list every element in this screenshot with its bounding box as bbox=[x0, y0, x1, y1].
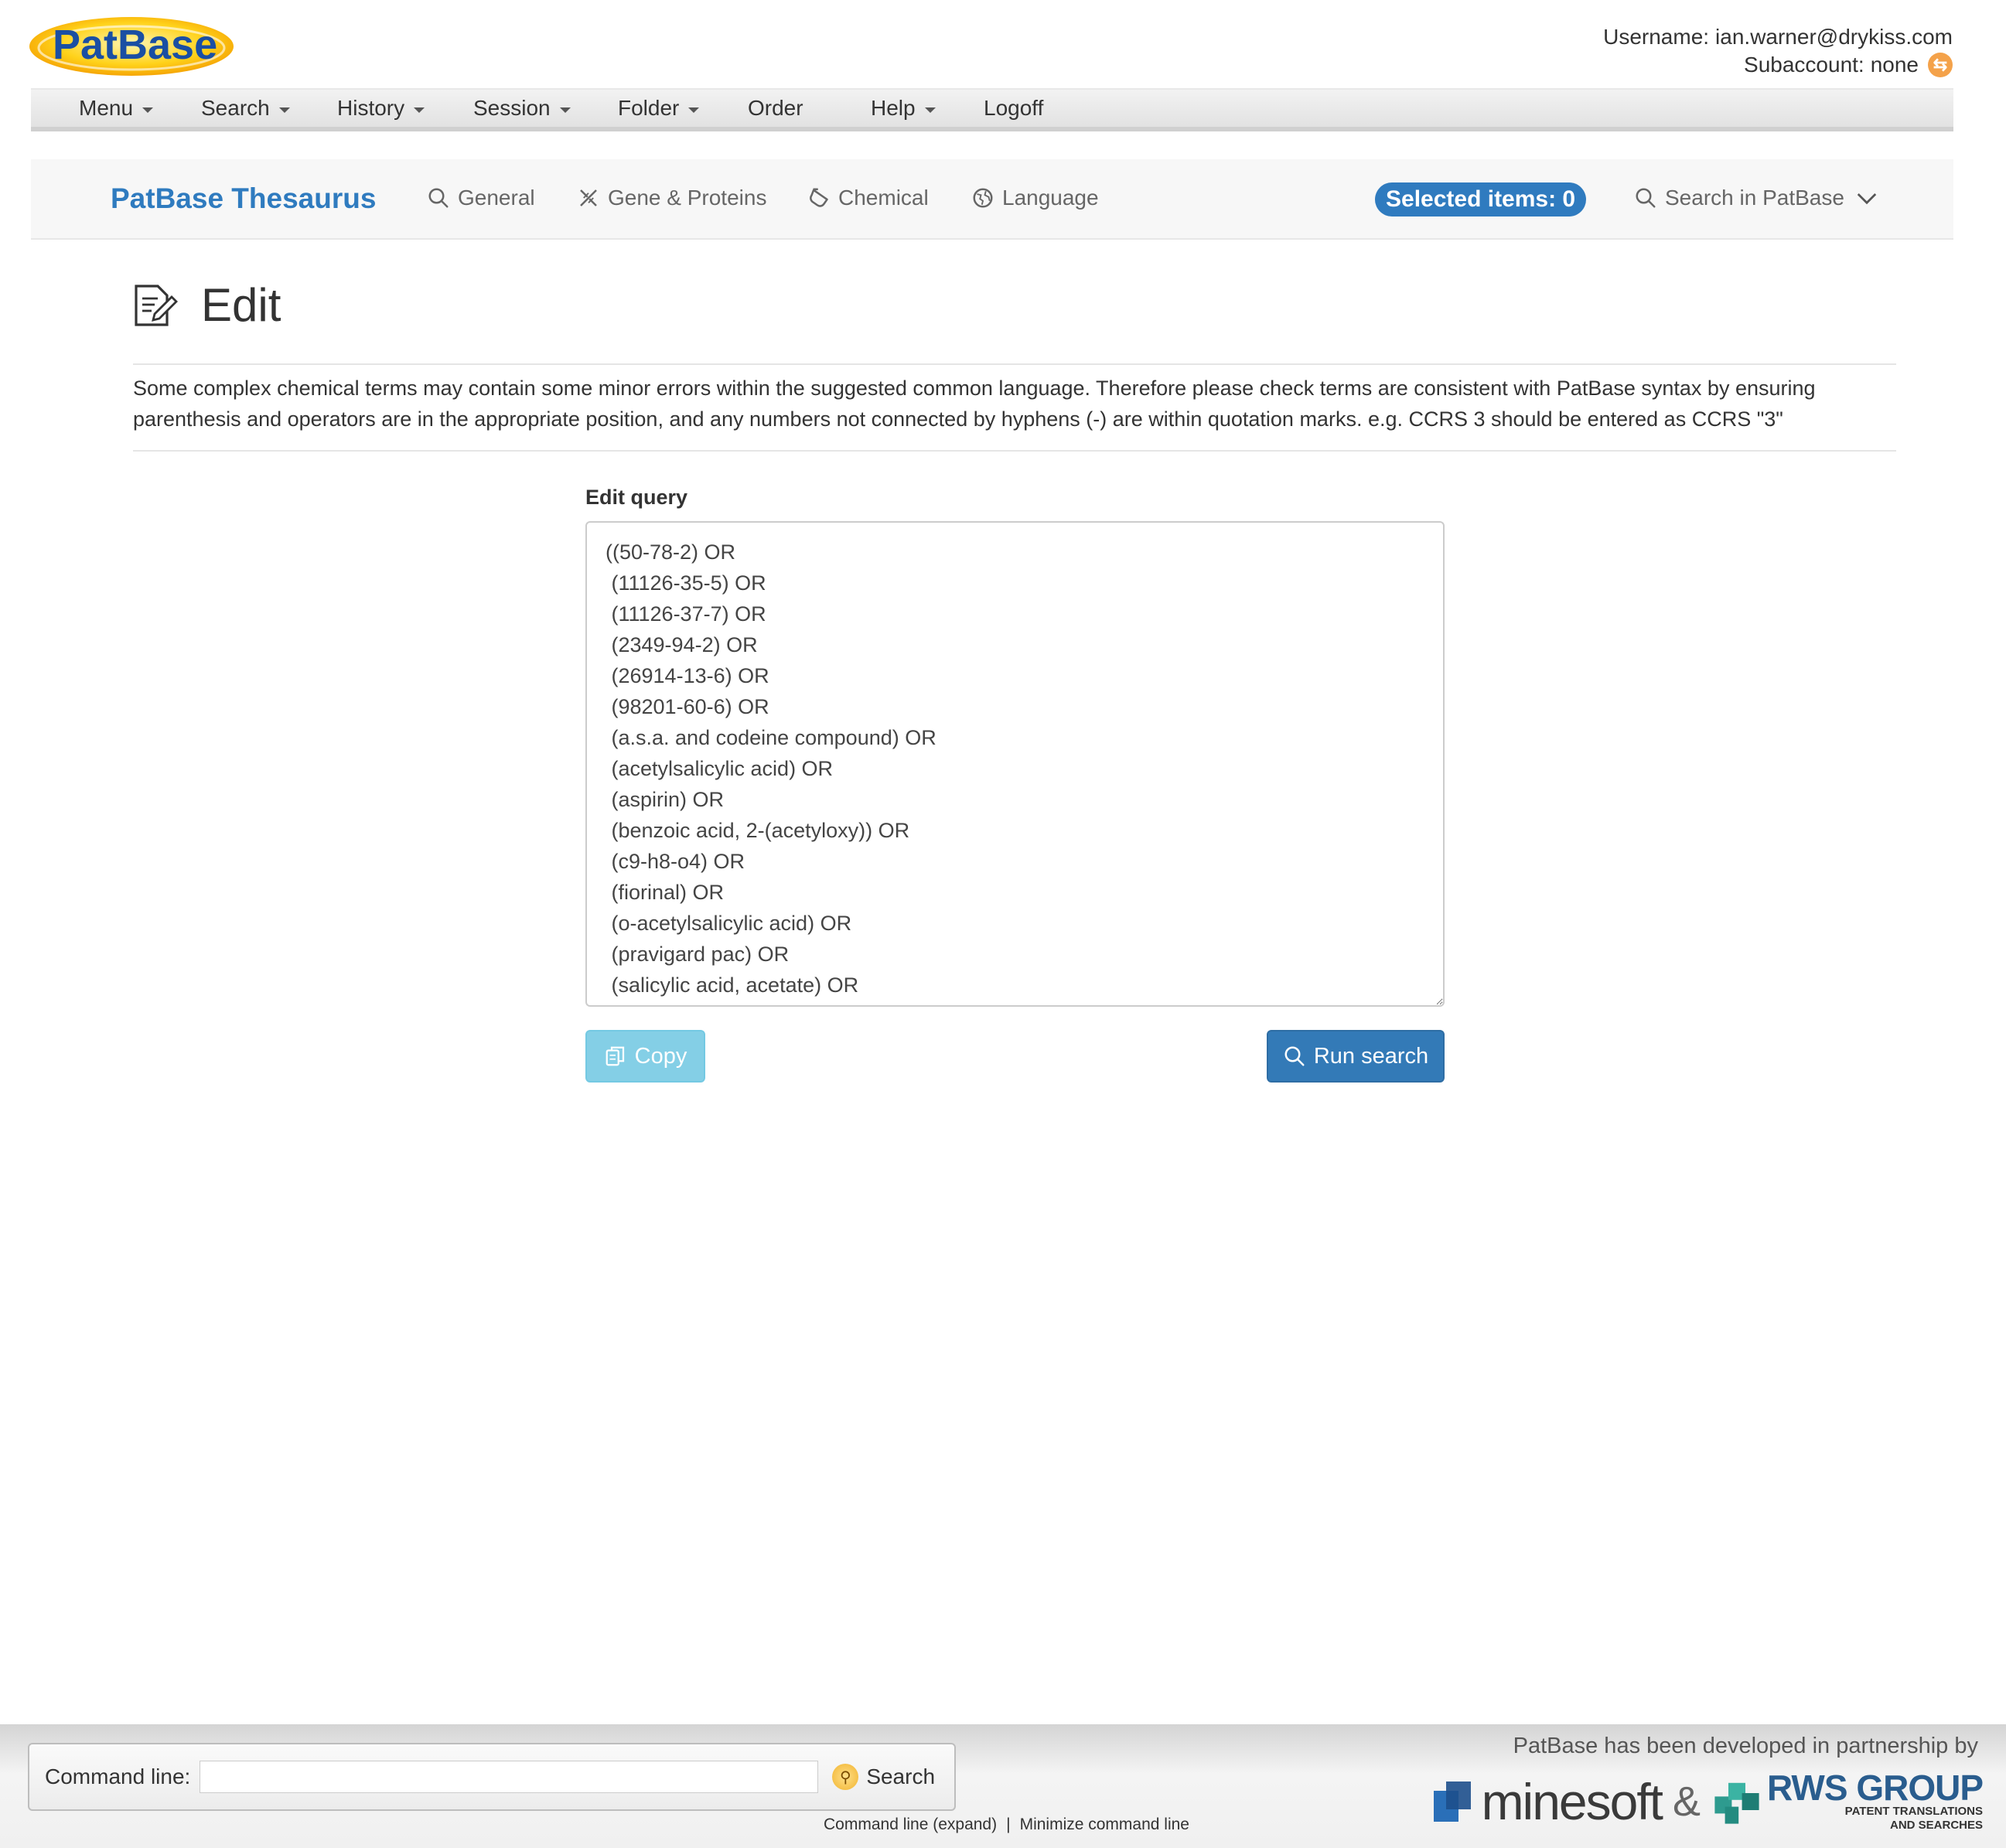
partner-logos: minesoft & RWS GROUP PATENT TRANSLATIONS… bbox=[1431, 1768, 1984, 1833]
minimize-command-line-link[interactable]: Minimize command line bbox=[1020, 1816, 1189, 1834]
magnifier-icon: ⚲ bbox=[832, 1764, 859, 1790]
menu-item-order[interactable]: Order bbox=[748, 96, 871, 121]
copy-icon bbox=[606, 1046, 624, 1066]
partner-text: PatBase has been developed in partnershi… bbox=[1513, 1734, 1978, 1758]
selected-items-badge[interactable]: Selected items: 0 bbox=[1375, 182, 1587, 217]
menu-item-label: Folder bbox=[618, 96, 680, 120]
rws-mark-icon bbox=[1714, 1782, 1759, 1824]
patbase-logo[interactable]: PatBase bbox=[29, 14, 243, 79]
edit-query-textarea[interactable]: ((50-78-2) OR (11126-35-5) OR (11126-37-… bbox=[585, 521, 1445, 1007]
caret-down-icon bbox=[559, 107, 571, 113]
menu-item-help[interactable]: Help bbox=[871, 96, 984, 121]
search-icon bbox=[1284, 1046, 1305, 1066]
thesaurus-navbar: PatBase Thesaurus General Gene & Protein… bbox=[31, 159, 1953, 240]
copy-button-label: Copy bbox=[634, 1043, 687, 1069]
run-search-button[interactable]: Run search bbox=[1267, 1030, 1445, 1083]
caret-down-icon bbox=[924, 107, 936, 113]
nav-link-gene-proteins[interactable]: Gene & Proteins bbox=[577, 186, 766, 210]
username-label: Username: bbox=[1603, 25, 1710, 49]
link-separator: | bbox=[1006, 1816, 1011, 1833]
menu-item-session[interactable]: Session bbox=[473, 96, 618, 121]
ampersand: & bbox=[1673, 1778, 1701, 1825]
copy-button[interactable]: Copy bbox=[585, 1030, 705, 1083]
menu-item-label: Logoff bbox=[984, 96, 1044, 120]
command-search-button[interactable]: ⚲ Search bbox=[832, 1764, 935, 1790]
command-search-label: Search bbox=[866, 1764, 936, 1788]
caret-down-icon bbox=[278, 107, 290, 113]
nav-link-chemical[interactable]: Chemical bbox=[807, 186, 929, 210]
edit-query-label: Edit query bbox=[585, 486, 688, 509]
menu-item-logoff[interactable]: Logoff bbox=[984, 96, 1043, 121]
rws-group-logo[interactable]: RWS GROUP PATENT TRANSLATIONS AND SEARCH… bbox=[1711, 1768, 1984, 1833]
menu-item-label: Menu bbox=[79, 96, 134, 120]
switch-subaccount-icon[interactable]: ⇆ bbox=[1928, 53, 1953, 77]
menu-item-label: Search bbox=[201, 96, 270, 120]
minesoft-logo[interactable]: minesoft bbox=[1431, 1772, 1663, 1831]
menu-item-label: History bbox=[337, 96, 405, 120]
menu-item-label: Help bbox=[871, 96, 916, 120]
menu-item-menu[interactable]: Menu bbox=[79, 96, 201, 121]
menu-item-label: Session bbox=[473, 96, 551, 120]
menu-item-label: Order bbox=[748, 96, 803, 120]
divider bbox=[133, 450, 1896, 452]
caret-down-icon bbox=[688, 107, 700, 113]
svg-text:PatBase: PatBase bbox=[53, 22, 217, 68]
search-icon bbox=[1636, 188, 1656, 208]
menu-item-history[interactable]: History bbox=[337, 96, 473, 121]
caret-down-icon bbox=[414, 107, 425, 113]
rws-sub-text-2: AND SEARCHES bbox=[1889, 1819, 1983, 1832]
minesoft-text: minesoft bbox=[1481, 1773, 1663, 1830]
menu-item-folder[interactable]: Folder bbox=[618, 96, 748, 121]
nav-link-language[interactable]: Language bbox=[971, 186, 1099, 210]
subaccount-row: Subaccount: none ⇆ bbox=[1603, 51, 1953, 79]
command-line-label: Command line: bbox=[45, 1764, 191, 1788]
command-line-box: Command line: ⚲ Search bbox=[28, 1743, 956, 1811]
run-search-label: Run search bbox=[1313, 1043, 1429, 1069]
divider bbox=[133, 363, 1896, 365]
search-icon bbox=[428, 188, 449, 208]
command-line-links: Command line (expand) | Minimize command… bbox=[824, 1816, 1189, 1834]
test-tube-icon bbox=[810, 188, 828, 207]
search-in-patbase-dropdown[interactable]: Search in PatBase bbox=[1634, 186, 1878, 210]
nav-link-label: Language bbox=[1002, 186, 1099, 210]
username-row: Username: ian.warner@drykiss.com bbox=[1603, 23, 1953, 51]
caret-down-icon bbox=[142, 107, 154, 113]
page-heading: Edit bbox=[201, 279, 281, 331]
syntax-notice: Some complex chemical terms may contain … bbox=[133, 377, 1816, 431]
minesoft-mark-icon bbox=[1433, 1782, 1471, 1822]
main-menubar: Menu Search History Session Folder Order… bbox=[31, 88, 1953, 131]
chevron-down-icon bbox=[1857, 193, 1877, 205]
dna-icon bbox=[580, 189, 597, 206]
thesaurus-brand[interactable]: PatBase Thesaurus bbox=[111, 182, 376, 215]
menu-item-search[interactable]: Search bbox=[201, 96, 337, 121]
subaccount-value: none bbox=[1870, 53, 1919, 77]
rws-sub-text-1: PATENT TRANSLATIONS bbox=[1844, 1805, 1983, 1818]
command-line-input[interactable] bbox=[200, 1761, 819, 1793]
edit-document-icon bbox=[135, 284, 178, 326]
nav-link-label: General bbox=[458, 186, 535, 210]
rws-main-text: RWS GROUP bbox=[1767, 1768, 1984, 1808]
username-value: ian.warner@drykiss.com bbox=[1715, 25, 1953, 49]
footer: Command line: ⚲ Search Command line (exp… bbox=[0, 1724, 2006, 1848]
search-in-patbase-label: Search in PatBase bbox=[1665, 186, 1844, 210]
nav-link-label: Gene & Proteins bbox=[608, 186, 767, 210]
expand-command-line-link[interactable]: Command line (expand) bbox=[824, 1816, 997, 1834]
subaccount-label: Subaccount: bbox=[1744, 53, 1864, 77]
page-title: Edit bbox=[131, 278, 281, 332]
nav-link-label: Chemical bbox=[838, 186, 929, 210]
nav-link-general[interactable]: General bbox=[427, 186, 535, 210]
globe-icon bbox=[973, 188, 993, 208]
user-info: Username: ian.warner@drykiss.com Subaccou… bbox=[1603, 23, 1953, 79]
